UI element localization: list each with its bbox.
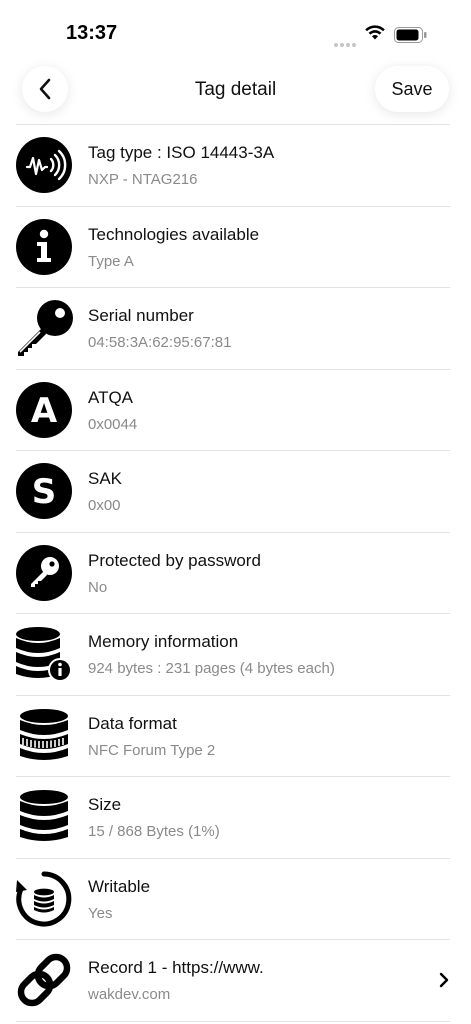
- list-item-technologies[interactable]: Technologies available Type A: [0, 207, 471, 289]
- row-subtitle: 0x0044: [88, 415, 138, 433]
- row-subtitle: 924 bytes : 231 pages (4 bytes each): [88, 660, 335, 677]
- row-subtitle: Type A: [88, 252, 134, 270]
- status-bar: 13:37: [0, 0, 471, 56]
- row-title: Size: [88, 795, 122, 814]
- database-format-icon: [14, 706, 74, 766]
- cellular-signal-icon: [334, 34, 358, 52]
- database-icon: [14, 787, 74, 847]
- list-item-writable[interactable]: Writable Yes: [0, 859, 471, 941]
- list-item-memory-information[interactable]: Memory information 924 bytes : 231 pages…: [0, 614, 471, 696]
- save-button[interactable]: Save: [375, 66, 449, 112]
- row-title: Data format: [88, 713, 177, 733]
- row-title: Memory information: [88, 632, 239, 651]
- link-icon: [14, 950, 74, 1010]
- row-title: ATQA: [88, 387, 134, 407]
- row-subtitle: 0x00: [88, 497, 121, 514]
- row-subtitle: Yes: [88, 904, 113, 922]
- info-icon: [14, 217, 74, 277]
- row-title: Protected by password: [88, 550, 261, 570]
- list-item-tag-type[interactable]: Tag type : ISO 14443-3A NXP - NTAG216: [0, 125, 471, 207]
- list-item-password-protection[interactable]: Protected by password No: [0, 533, 471, 615]
- row-subtitle: wakdev.com: [88, 986, 171, 1003]
- row-title: Tag type : ISO 14443-3A: [88, 143, 275, 162]
- battery-icon: [394, 27, 427, 43]
- database-info-icon: [14, 624, 74, 684]
- status-time: 13:37: [66, 22, 118, 44]
- row-subtitle: 15 / 868 Bytes (1%): [88, 823, 220, 840]
- list-item-sak[interactable]: S SAK 0x00: [0, 451, 471, 533]
- key-circle-icon: [14, 543, 74, 603]
- row-title: SAK: [88, 469, 123, 488]
- row-subtitle: No: [88, 578, 108, 596]
- tag-detail-list: Tag type : ISO 14443-3A NXP - NTAG216 Te…: [0, 124, 471, 1022]
- svg-text:A: A: [31, 391, 58, 431]
- list-item-record-1[interactable]: Record 1 - https://www. wakdev.com: [0, 940, 471, 1022]
- row-title: Technologies available: [88, 224, 260, 244]
- letter-a-icon: A: [14, 380, 74, 440]
- row-title: Record 1 - https://www.: [88, 958, 264, 977]
- list-item-data-format[interactable]: Data format NFC Forum Type 2: [0, 696, 471, 778]
- list-item-atqa[interactable]: A ATQA 0x0044: [0, 370, 471, 452]
- letter-s-icon: S: [14, 461, 74, 521]
- key-icon: [14, 298, 74, 358]
- list-item-size[interactable]: Size 15 / 868 Bytes (1%): [0, 777, 471, 859]
- chevron-right-icon: [439, 972, 449, 988]
- list-item-serial-number[interactable]: Serial number 04:58:3A:62:95:67:81: [0, 288, 471, 370]
- svg-text:S: S: [32, 472, 57, 512]
- navigation-bar: Tag detail Save: [0, 66, 471, 114]
- row-title: Writable: [88, 876, 151, 896]
- database-refresh-icon: [14, 869, 74, 929]
- nfc-wave-icon: [14, 135, 74, 195]
- row-subtitle: NFC Forum Type 2: [88, 741, 216, 759]
- row-subtitle: 04:58:3A:62:95:67:81: [88, 334, 232, 351]
- row-subtitle: NXP - NTAG216: [88, 171, 198, 188]
- wifi-icon: [365, 25, 385, 40]
- row-title: Serial number: [88, 306, 194, 325]
